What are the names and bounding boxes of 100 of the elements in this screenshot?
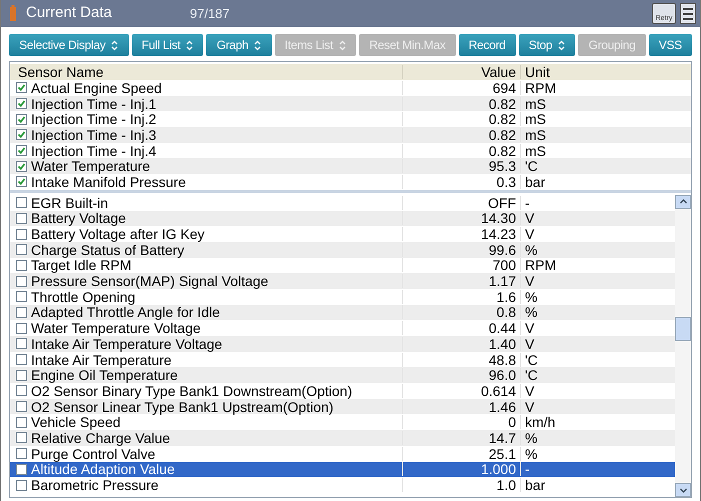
sensor-name: Adapted Throttle Angle for Idle (31, 305, 220, 320)
scroll-up-button[interactable] (675, 194, 691, 209)
checkbox[interactable] (16, 448, 27, 460)
table-row[interactable]: Injection Time - Inj.3 0.82 mS (10, 127, 691, 143)
sensor-name: Pressure Sensor(MAP) Signal Voltage (31, 274, 268, 288)
sensor-value: 0.82 (488, 142, 516, 159)
checkbox[interactable] (16, 276, 27, 287)
checkbox[interactable] (16, 260, 27, 271)
sensor-value: 48.8 (488, 352, 516, 368)
checkbox[interactable] (16, 197, 27, 208)
scroll-down-button[interactable] (675, 483, 691, 497)
table-row[interactable]: Pressure Sensor(MAP) Signal Voltage 1.17 V (10, 273, 675, 289)
sensor-unit: bar (525, 174, 546, 190)
checkbox[interactable] (16, 370, 27, 381)
checkbox[interactable] (16, 212, 27, 224)
toolbar-button[interactable]: Full List (132, 34, 204, 56)
sensor-unit: mS (525, 111, 546, 128)
checkbox[interactable] (16, 145, 27, 156)
sensor-name: Barometric Pressure (31, 478, 159, 492)
sensor-unit: 'C (525, 367, 538, 384)
checkbox[interactable] (16, 385, 27, 396)
checkbox[interactable] (16, 160, 27, 172)
checkbox[interactable] (16, 401, 27, 412)
sensor-unit: V (525, 273, 534, 290)
sensor-name: Relative Charge Value (31, 430, 170, 445)
sensor-unit: V (525, 210, 534, 226)
sensor-value: 0.3 (496, 174, 516, 190)
menu-button[interactable] (680, 3, 696, 24)
sensor-value: 25.1 (488, 446, 516, 462)
sensor-value: 0.8 (496, 304, 516, 320)
checkbox[interactable] (16, 480, 27, 491)
checkbox[interactable] (16, 354, 27, 366)
checkbox[interactable] (16, 114, 27, 125)
table-row[interactable]: Injection Time - Inj.1 0.82 mS (10, 96, 691, 112)
checkbox[interactable] (16, 291, 27, 302)
checkbox[interactable] (16, 82, 27, 94)
toolbar-button[interactable]: Record (458, 34, 516, 56)
sensor-value: 1.40 (488, 336, 516, 352)
checkbox[interactable] (16, 306, 27, 318)
sensor-name: Water Temperature Voltage (31, 321, 201, 336)
sensor-unit: RPM (525, 257, 556, 274)
checkbox[interactable] (16, 228, 27, 240)
sensor-value: 700 (492, 257, 516, 274)
checkbox[interactable] (16, 338, 27, 350)
sensor-name: Injection Time - Inj.4 (31, 144, 156, 158)
sensor-value: 0.44 (488, 320, 516, 336)
sensor-unit: mS (525, 142, 546, 159)
checkbox[interactable] (16, 322, 27, 334)
sensor-name: Charge Status of Battery (31, 242, 184, 257)
sensor-unit: - (525, 194, 530, 211)
scrollbar[interactable] (675, 194, 691, 497)
sensor-value: 694 (492, 80, 516, 96)
sensor-unit: % (525, 288, 538, 305)
sensor-value: 96.0 (488, 367, 516, 384)
sensor-name: O2 Sensor Linear Type Bank1 Upstream(Option) (31, 400, 334, 414)
checkbox[interactable] (16, 129, 27, 140)
sensor-unit: % (525, 304, 538, 320)
sensor-value: 1.6 (496, 288, 516, 305)
sensor-unit: % (525, 446, 538, 462)
checkbox[interactable] (16, 98, 27, 110)
checkbox[interactable] (16, 464, 27, 475)
sensor-name: Throttle Opening (31, 290, 136, 304)
table-row[interactable]: Water Temperature 95.3 'C (10, 158, 691, 174)
sensor-name: Intake Air Temperature Voltage (31, 336, 222, 351)
sensor-name: Actual Engine Speed (31, 80, 162, 95)
sensor-name: Injection Time - Inj.2 (31, 112, 156, 126)
sensor-value: 0 (508, 414, 516, 430)
sensor-value: 0.82 (488, 96, 516, 112)
table-row[interactable]: Adapted Throttle Angle for Idle 0.8 % (10, 304, 675, 320)
sensor-name: Battery Voltage (31, 211, 126, 226)
table-row[interactable]: O2 Sensor Linear Type Bank1 Upstream(Option) 1.46 V (10, 398, 675, 414)
sensor-name: Intake Air Temperature (31, 352, 172, 367)
sensor-name: O2 Sensor Binary Type Bank1 Downstream(Option) (31, 384, 352, 398)
table-row[interactable]: Charge Status of Battery 99.6 % (10, 242, 675, 258)
sensor-name: Altitude Adaption Value (31, 462, 175, 476)
sensor-value: 14.23 (480, 226, 516, 242)
checkbox[interactable] (16, 244, 27, 256)
checkbox[interactable] (16, 416, 27, 428)
sensor-unit: V (525, 226, 534, 242)
column-header: Unit (520, 65, 675, 79)
toolbar-button[interactable]: Graph (206, 34, 272, 56)
sensor-name: EGR Built-in (31, 196, 108, 210)
checkbox[interactable] (16, 176, 27, 188)
table-row[interactable]: Battery Voltage 14.30 V (10, 210, 675, 226)
sensor-name: Purge Control Valve (31, 446, 156, 461)
toolbar-button[interactable]: Selective Display (9, 34, 129, 56)
toolbar-button[interactable]: VSS (648, 34, 692, 56)
sensor-unit: - (525, 461, 530, 478)
scroll-thumb[interactable] (675, 316, 691, 341)
table-row[interactable]: Relative Charge Value 14.7 % (10, 430, 675, 446)
sensor-unit: mS (525, 126, 546, 143)
sensor-unit: 'C (525, 352, 538, 368)
toolbar-button[interactable]: Stop (518, 34, 576, 56)
sensor-name: Injection Time - Inj.1 (31, 96, 156, 111)
table-row[interactable]: Engine Oil Temperature 96.0 'C (10, 367, 675, 384)
checkbox[interactable] (16, 432, 27, 444)
sensor-name: Vehicle Speed (31, 415, 121, 430)
sensor-value: 95.3 (488, 158, 516, 174)
table-row[interactable]: Intake Air Temperature Voltage 1.40 V (10, 336, 675, 352)
table-row[interactable]: Altitude Adaption Value 1.000 - (10, 462, 675, 478)
